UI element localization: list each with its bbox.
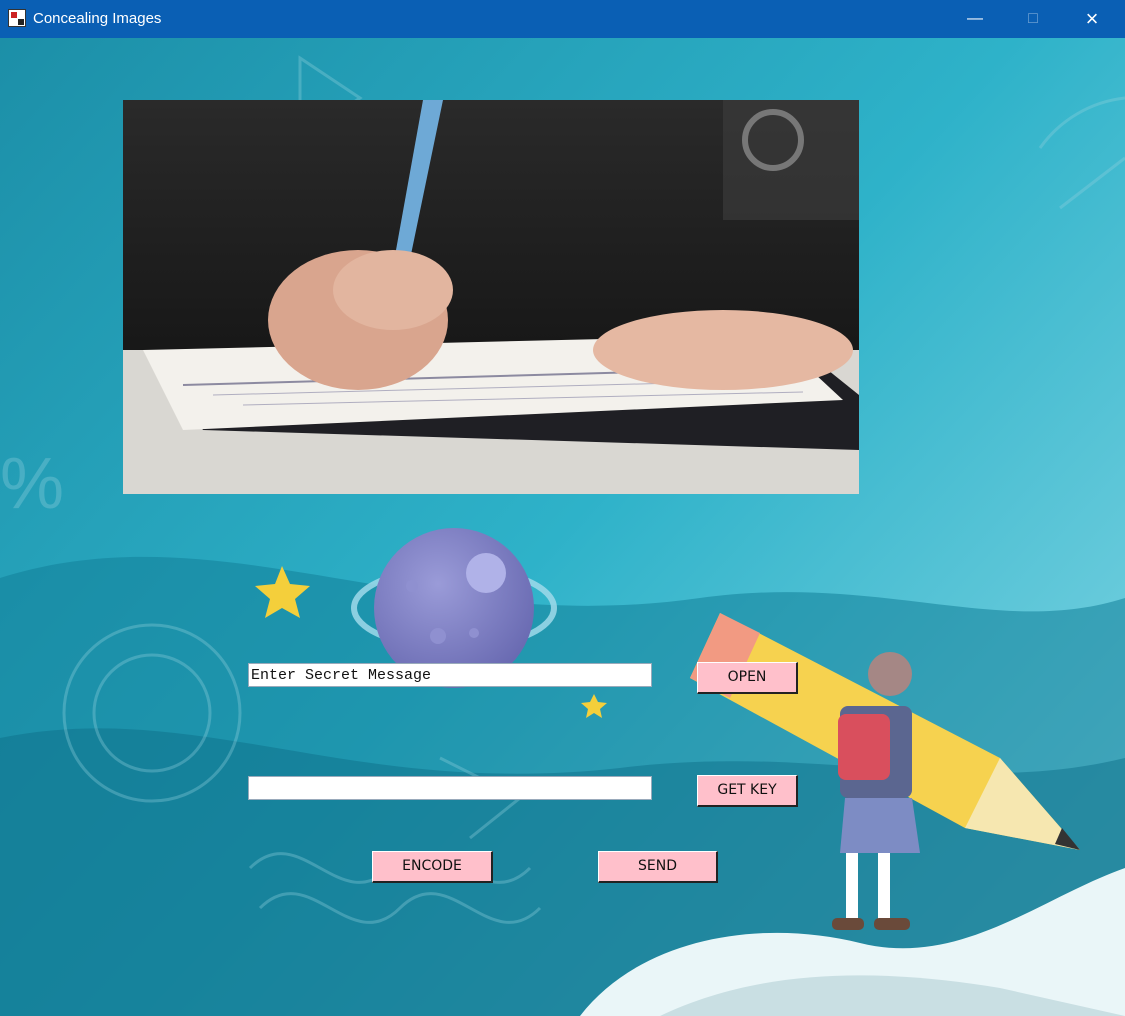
maximize-icon[interactable]: □ (1004, 0, 1062, 38)
cover-photo (123, 100, 859, 494)
key-input[interactable] (249, 777, 651, 799)
encode-button[interactable]: ENCODE (372, 851, 493, 883)
secret-message-input-box[interactable] (248, 663, 652, 687)
get-key-button[interactable]: GET KEY (697, 775, 798, 807)
open-button[interactable]: OPEN (697, 662, 798, 694)
app-canvas: % Enter Secret Message OPEN GET KEY ENCO… (0, 38, 1125, 1016)
title-bar[interactable]: Concealing Images — □ × (0, 0, 1125, 38)
cover-image (123, 100, 859, 494)
minimize-icon[interactable]: — (946, 0, 1004, 38)
key-input-box[interactable] (248, 776, 652, 800)
window-title: Concealing Images (33, 10, 162, 27)
app-icon (8, 9, 26, 27)
svg-text:%: % (0, 444, 64, 524)
close-icon[interactable]: × (1063, 0, 1121, 38)
secret-message-input[interactable] (249, 664, 651, 686)
app-window: Concealing Images — □ × % Enter Secret M… (0, 0, 1125, 1016)
send-button[interactable]: SEND (598, 851, 718, 883)
